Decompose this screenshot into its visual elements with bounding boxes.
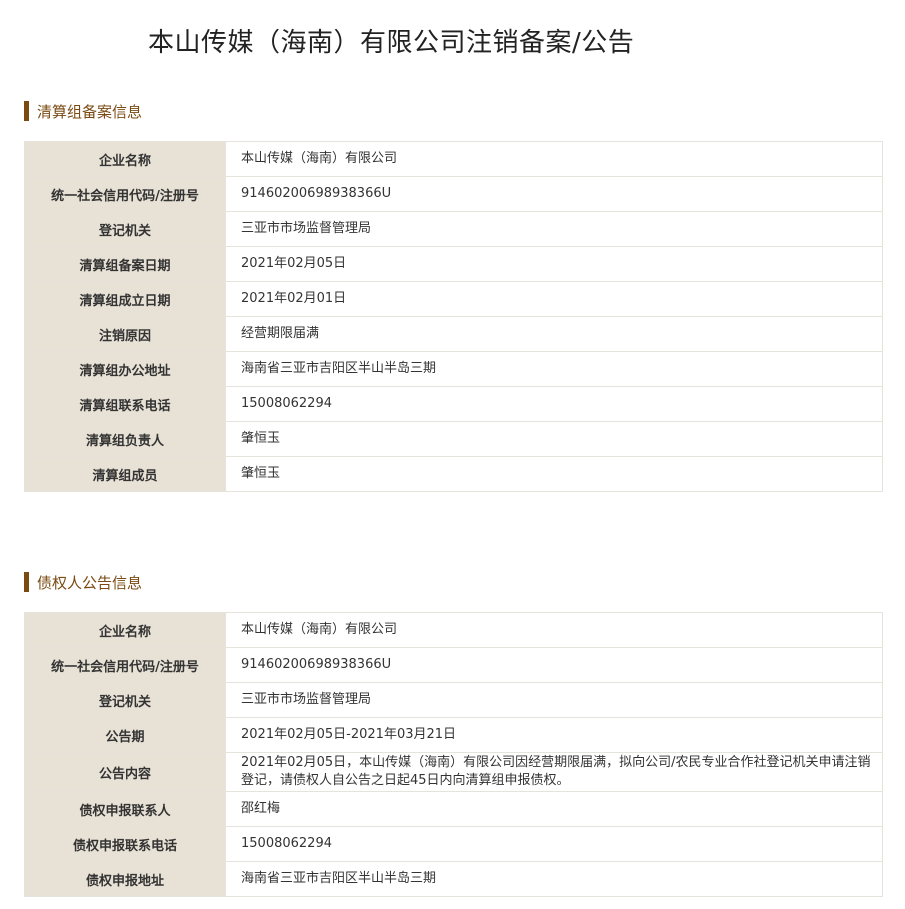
row-label: 清算组备案日期 (24, 246, 226, 282)
table-row: 债权申报联系人 邵红梅 (24, 791, 883, 827)
table-row: 统一社会信用代码/注册号 91460200698938366U (24, 176, 883, 212)
row-label: 公告内容 (24, 752, 226, 792)
row-value: 本山传媒（海南）有限公司 (225, 612, 883, 648)
row-value: 2021年02月01日 (225, 281, 883, 317)
row-value: 2021年02月05日 (225, 246, 883, 282)
row-value: 91460200698938366U (225, 176, 883, 212)
table-row: 清算组联系电话 15008062294 (24, 386, 883, 422)
row-label: 企业名称 (24, 612, 226, 648)
row-label: 清算组联系电话 (24, 386, 226, 422)
row-label: 债权申报联系人 (24, 791, 226, 827)
row-label: 清算组负责人 (24, 421, 226, 457)
row-value: 海南省三亚市吉阳区半山半岛三期 (225, 861, 883, 897)
row-value: 15008062294 (225, 826, 883, 862)
row-value: 三亚市市场监督管理局 (225, 211, 883, 247)
row-value: 肇恒玉 (225, 456, 883, 492)
row-label: 统一社会信用代码/注册号 (24, 176, 226, 212)
table-row: 登记机关 三亚市市场监督管理局 (24, 682, 883, 718)
table-row: 登记机关 三亚市市场监督管理局 (24, 211, 883, 247)
page-title: 本山传媒（海南）有限公司注销备案/公告 (148, 28, 635, 58)
row-value: 经营期限届满 (225, 316, 883, 352)
table-row: 统一社会信用代码/注册号 91460200698938366U (24, 647, 883, 683)
row-label: 债权申报地址 (24, 861, 226, 897)
row-value: 三亚市市场监督管理局 (225, 682, 883, 718)
table-row: 企业名称 本山传媒（海南）有限公司 (24, 141, 883, 177)
row-label: 登记机关 (24, 682, 226, 718)
row-label: 债权申报联系电话 (24, 826, 226, 862)
row-value: 2021年02月05日，本山传媒（海南）有限公司因经营期限届满，拟向公司/农民专… (225, 752, 883, 792)
table-row: 清算组负责人 肇恒玉 (24, 421, 883, 457)
creditor-notice-table: 企业名称 本山传媒（海南）有限公司 统一社会信用代码/注册号 914602006… (24, 612, 883, 897)
row-value: 15008062294 (225, 386, 883, 422)
table-row: 清算组办公地址 海南省三亚市吉阳区半山半岛三期 (24, 351, 883, 387)
row-label: 登记机关 (24, 211, 226, 247)
section-accent-bar (24, 572, 29, 592)
row-value: 邵红梅 (225, 791, 883, 827)
section-title: 债权人公告信息 (37, 573, 143, 592)
row-label: 公告期 (24, 717, 226, 753)
table-row: 注销原因 经营期限届满 (24, 316, 883, 352)
section-header-liquidation: 清算组备案信息 (24, 101, 142, 121)
section-title: 清算组备案信息 (37, 102, 143, 121)
row-label: 清算组成员 (24, 456, 226, 492)
table-row: 企业名称 本山传媒（海南）有限公司 (24, 612, 883, 648)
table-row: 清算组成立日期 2021年02月01日 (24, 281, 883, 317)
row-label: 清算组成立日期 (24, 281, 226, 317)
table-row: 公告期 2021年02月05日-2021年03月21日 (24, 717, 883, 753)
liquidation-info-table: 企业名称 本山传媒（海南）有限公司 统一社会信用代码/注册号 914602006… (24, 141, 883, 492)
table-row: 清算组备案日期 2021年02月05日 (24, 246, 883, 282)
table-row: 债权申报联系电话 15008062294 (24, 826, 883, 862)
table-row: 公告内容 2021年02月05日，本山传媒（海南）有限公司因经营期限届满，拟向公… (24, 752, 883, 792)
section-header-creditor: 债权人公告信息 (24, 572, 142, 592)
table-row: 债权申报地址 海南省三亚市吉阳区半山半岛三期 (24, 861, 883, 897)
section-accent-bar (24, 101, 29, 121)
row-value: 海南省三亚市吉阳区半山半岛三期 (225, 351, 883, 387)
row-value: 2021年02月05日-2021年03月21日 (225, 717, 883, 753)
row-label: 注销原因 (24, 316, 226, 352)
row-label: 企业名称 (24, 141, 226, 177)
row-label: 统一社会信用代码/注册号 (24, 647, 226, 683)
row-value: 肇恒玉 (225, 421, 883, 457)
row-value: 91460200698938366U (225, 647, 883, 683)
row-label: 清算组办公地址 (24, 351, 226, 387)
table-row: 清算组成员 肇恒玉 (24, 456, 883, 492)
row-value: 本山传媒（海南）有限公司 (225, 141, 883, 177)
